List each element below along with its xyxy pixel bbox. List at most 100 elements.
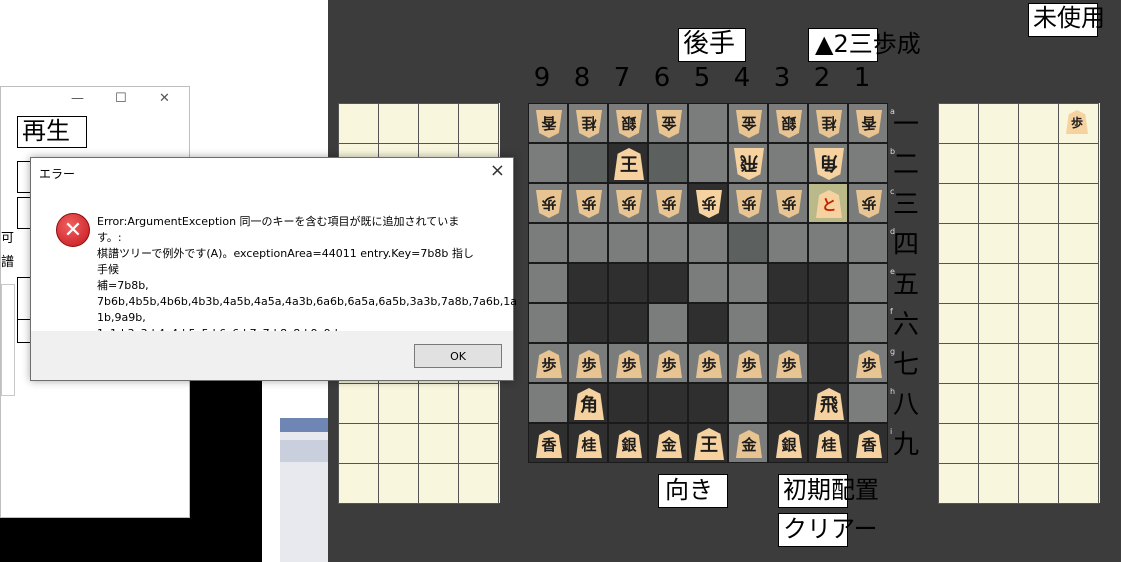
stand-cell[interactable] [1058,343,1099,384]
stand-cell[interactable] [1058,183,1099,224]
board-square-5h[interactable] [688,383,728,423]
board-square-8d[interactable] [568,223,608,263]
shogi-piece[interactable]: 銀 [616,430,642,458]
stand-cell[interactable] [1018,223,1059,264]
board-square-9h[interactable] [528,383,568,423]
board-square-6h[interactable] [648,383,688,423]
board-square-7c[interactable]: 歩 [608,183,648,223]
shogi-piece[interactable]: 歩 [736,350,762,378]
board-square-4d[interactable] [728,223,768,263]
board-square-3b[interactable] [768,143,808,183]
shogi-piece[interactable]: 歩 [536,350,562,378]
stand-cell[interactable] [338,383,379,424]
stand-cell[interactable] [338,423,379,464]
board-square-8g[interactable]: 歩 [568,343,608,383]
shogi-piece[interactable]: 歩 [776,350,802,378]
shogi-piece[interactable]: 銀 [616,110,642,138]
board-square-1h[interactable] [848,383,888,423]
board-square-7d[interactable] [608,223,648,263]
shogi-piece[interactable]: 歩 [616,190,642,218]
board-square-6i[interactable]: 金 [648,423,688,463]
board-square-7a[interactable]: 銀 [608,103,648,143]
board-square-5c[interactable]: 歩 [688,183,728,223]
board-square-2a[interactable]: 桂 [808,103,848,143]
board-square-6d[interactable] [648,223,688,263]
stand-cell[interactable] [978,303,1019,344]
stand-cell[interactable] [458,463,499,504]
stand-cell[interactable] [418,423,459,464]
shogi-piece[interactable]: と [816,190,842,218]
shogi-piece[interactable]: 歩 [696,190,722,218]
board-square-2f[interactable] [808,303,848,343]
board-square-7b[interactable]: 王 [608,143,648,183]
board-square-4c[interactable]: 歩 [728,183,768,223]
board-square-2h[interactable]: 飛 [808,383,848,423]
close-icon[interactable]: × [490,160,505,181]
stand-cell[interactable] [1018,103,1059,144]
board-square-7f[interactable] [608,303,648,343]
board-square-1b[interactable] [848,143,888,183]
board-square-8c[interactable]: 歩 [568,183,608,223]
board-square-8b[interactable] [568,143,608,183]
board-square-8h[interactable]: 角 [568,383,608,423]
board-square-3a[interactable]: 銀 [768,103,808,143]
board-square-8f[interactable] [568,303,608,343]
stand-cell[interactable] [1018,303,1059,344]
board-square-4i[interactable]: 金 [728,423,768,463]
shogi-piece[interactable]: 王 [694,428,724,460]
stand-cell[interactable] [978,423,1019,464]
board-square-4f[interactable] [728,303,768,343]
stand-cell[interactable] [458,103,499,144]
board-square-7e[interactable] [608,263,648,303]
stand-cell[interactable] [1058,383,1099,424]
board-square-4g[interactable]: 歩 [728,343,768,383]
shogi-piece[interactable]: 桂 [576,110,602,138]
stand-cell[interactable] [1018,343,1059,384]
board-square-5g[interactable]: 歩 [688,343,728,383]
board-square-7g[interactable]: 歩 [608,343,648,383]
board-square-2i[interactable]: 桂 [808,423,848,463]
board-square-5i[interactable]: 王 [688,423,728,463]
stand-cell[interactable] [1058,463,1099,504]
board-square-3c[interactable]: 歩 [768,183,808,223]
stand-cell[interactable] [418,103,459,144]
stand-cell[interactable] [978,223,1019,264]
board-square-6a[interactable]: 金 [648,103,688,143]
board-square-6b[interactable] [648,143,688,183]
shogi-piece[interactable]: 歩 [576,190,602,218]
stand-cell[interactable] [938,103,979,144]
stand-cell[interactable] [938,223,979,264]
stand-cell[interactable] [1058,263,1099,304]
stand-cell[interactable] [1018,263,1059,304]
shogi-piece[interactable]: 歩 [696,350,722,378]
shogi-piece[interactable]: 王 [614,148,644,180]
board-square-2d[interactable] [808,223,848,263]
board-square-4e[interactable] [728,263,768,303]
stand-cell[interactable] [338,463,379,504]
board-square-5b[interactable] [688,143,728,183]
stand-cell[interactable] [378,423,419,464]
stand-cell[interactable] [1058,423,1099,464]
board-square-9g[interactable]: 歩 [528,343,568,383]
stand-cell[interactable] [938,183,979,224]
board-square-1f[interactable] [848,303,888,343]
board-square-1c[interactable]: 歩 [848,183,888,223]
board-square-2c[interactable]: と [808,183,848,223]
stand-cell[interactable] [1058,303,1099,344]
shogi-piece[interactable]: 桂 [816,110,842,138]
board-square-9c[interactable]: 歩 [528,183,568,223]
board-square-1g[interactable]: 歩 [848,343,888,383]
close-icon[interactable]: ✕ [159,91,170,106]
board-square-9b[interactable] [528,143,568,183]
stand-cell[interactable] [1018,463,1059,504]
stand-cell[interactable] [978,143,1019,184]
ok-button[interactable]: OK [414,344,502,368]
stand-cell[interactable] [938,263,979,304]
stand-cell[interactable] [978,383,1019,424]
board-square-5d[interactable] [688,223,728,263]
shogi-piece[interactable]: 角 [814,148,844,180]
unused-piece-stand[interactable]: 歩 [938,103,1100,504]
shogi-piece[interactable]: 歩 [656,190,682,218]
stand-cell[interactable] [978,103,1019,144]
board-square-2e[interactable] [808,263,848,303]
